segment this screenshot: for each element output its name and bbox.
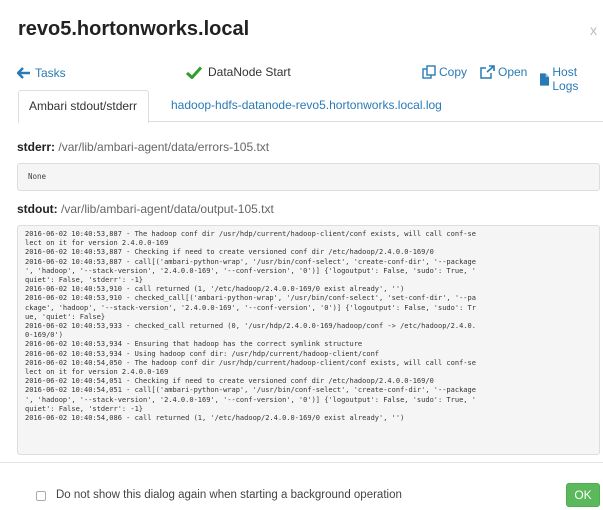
tab-ambari-stdout-stderr[interactable]: Ambari stdout/stderr — [18, 90, 149, 123]
host-logs-label: Host Logs — [552, 65, 579, 93]
file-icon — [540, 72, 550, 86]
open-label: Open — [498, 65, 528, 79]
log-line: ', 'hadoop', '--stack-version', '2.4.0.0… — [25, 266, 476, 275]
copy-icon — [422, 65, 436, 79]
checkmark-icon — [186, 65, 202, 79]
log-line: 2016-06-02 10:40:53,933 - checked_call r… — [25, 322, 476, 331]
dont-show-again-label[interactable]: Do not show this dialog again when start… — [56, 489, 402, 501]
log-line: quiet': False, 'stderr': -1} — [25, 404, 144, 413]
log-tabs: Ambari stdout/stderr hadoop-hdfs-datanod… — [18, 90, 603, 123]
stdout-output[interactable]: 2016-06-02 10:40:53,887 - The hadoop con… — [17, 225, 600, 455]
log-line: 2016-06-02 10:40:54,086 - call returned … — [25, 414, 405, 423]
log-line: 0-169/0') — [25, 331, 63, 340]
log-line: ue, 'quiet': False} — [25, 312, 106, 321]
log-line: 2016-06-02 10:40:53,934 - Ensuring that … — [25, 340, 363, 349]
open-button[interactable]: Open — [480, 65, 527, 79]
log-line: lect on it for version 2.4.0.0-169 — [25, 239, 169, 248]
log-line: ', 'hadoop', '--stack-version', '2.4.0.0… — [25, 395, 476, 404]
stderr-path: /var/lib/ambari-agent/data/errors-105.tx… — [58, 140, 270, 154]
log-line: 2016-06-02 10:40:53,887 - The hadoop con… — [25, 230, 476, 238]
host-logs-button[interactable]: Host Logs — [540, 65, 603, 93]
ok-button[interactable]: OK — [566, 483, 600, 507]
arrow-left-icon — [17, 67, 30, 79]
back-to-tasks-link[interactable]: Tasks — [17, 66, 66, 80]
dont-show-again-checkbox[interactable] — [36, 491, 46, 501]
log-line: 2016-06-02 10:40:53,887 - Checking if ne… — [25, 248, 434, 257]
stderr-label: stderr: — [17, 140, 56, 154]
copy-label: Copy — [439, 65, 468, 79]
tab-hdfs-datanode-log[interactable]: hadoop-hdfs-datanode-revo5.hortonworks.l… — [161, 90, 452, 123]
close-button[interactable]: x — [590, 22, 597, 38]
log-line: 2016-06-02 10:40:53,910 - checked_call[(… — [25, 294, 476, 303]
log-line: 2016-06-02 10:40:54,051 - Checking if ne… — [25, 377, 434, 386]
external-link-icon — [480, 65, 495, 79]
dialog-title: revo5.hortonworks.local — [18, 18, 250, 40]
copy-button[interactable]: Copy — [422, 65, 467, 79]
log-line: 2016-06-02 10:40:53,910 - call returned … — [25, 285, 405, 294]
log-line: 2016-06-02 10:40:53,887 - call[('ambari-… — [25, 257, 476, 266]
task-name: DataNode Start — [208, 65, 291, 79]
back-to-tasks-label: Tasks — [35, 66, 66, 80]
stdout-path: /var/lib/ambari-agent/data/output-105.tx… — [61, 202, 274, 216]
log-line: 2016-06-02 10:40:54,051 - call[('ambari-… — [25, 386, 476, 395]
log-line: 2016-06-02 10:40:53,934 - Using hadoop c… — [25, 349, 380, 358]
log-line: ckage', 'hadoop', '--stack-version', '2.… — [25, 303, 476, 312]
stderr-output[interactable]: None — [17, 163, 600, 191]
stdout-label: stdout: — [17, 202, 58, 216]
log-line: lect on it for version 2.4.0.0-169 — [25, 368, 169, 377]
stderr-heading: stderr: /var/lib/ambari-agent/data/error… — [17, 140, 269, 154]
task-status: DataNode Start — [186, 65, 291, 79]
log-line: quiet': False, 'stderr': -1} — [25, 276, 144, 285]
stderr-content: None — [28, 172, 47, 181]
dialog-footer — [0, 462, 603, 510]
stdout-heading: stdout: /var/lib/ambari-agent/data/outpu… — [17, 202, 274, 216]
log-line: 2016-06-02 10:40:54,050 - The hadoop con… — [25, 358, 476, 367]
